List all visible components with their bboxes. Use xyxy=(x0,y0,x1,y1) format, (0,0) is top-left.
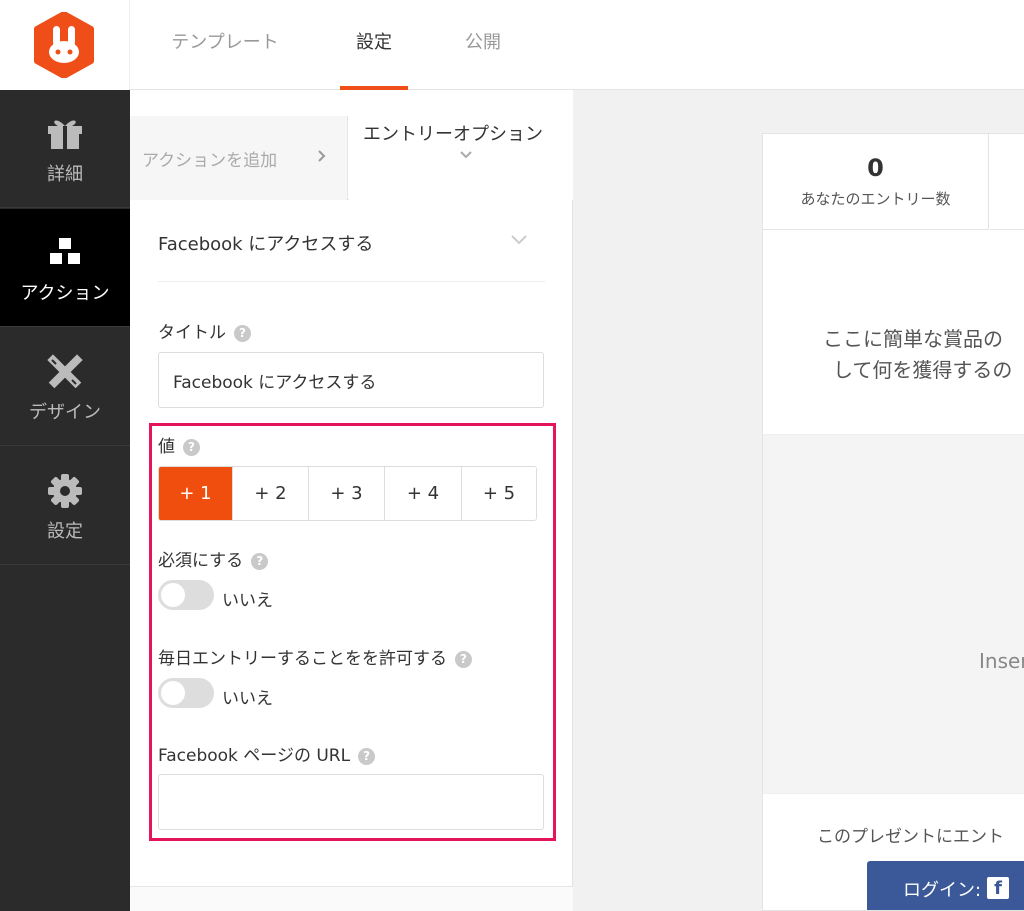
help-icon[interactable]: ? xyxy=(183,438,200,456)
help-icon[interactable]: ? xyxy=(234,324,251,342)
chevron-down-icon xyxy=(460,151,472,159)
tab-settings[interactable]: 設定 xyxy=(340,0,408,90)
title-input[interactable] xyxy=(158,352,544,408)
panel-footer xyxy=(130,886,573,911)
entry-options-tab[interactable]: エントリーオプション xyxy=(349,90,573,200)
login-label: ログイン: xyxy=(903,880,982,901)
top-bar: テンプレート 設定 公開 xyxy=(0,0,1024,90)
value-label: 値? xyxy=(158,432,200,457)
sidebar-item-settings[interactable]: 設定 xyxy=(0,447,130,565)
entry-options-label: エントリーオプション xyxy=(363,124,543,145)
value-option-5[interactable]: + 5 xyxy=(462,467,536,520)
sidebar-item-actions[interactable]: アクション xyxy=(0,209,130,327)
gear-icon xyxy=(48,474,82,508)
sidebar-item-label: デザイン xyxy=(29,402,101,423)
required-toggle[interactable] xyxy=(158,580,214,610)
entries-label: あなたのエントリー数 xyxy=(800,190,951,208)
rabbit-logo-icon xyxy=(34,12,94,78)
daily-entry-label: 毎日エントリーすることをを許可する? xyxy=(158,644,472,669)
tab-template[interactable]: テンプレート xyxy=(160,0,290,90)
tab-publish[interactable]: 公開 xyxy=(454,0,512,90)
chevron-right-icon xyxy=(318,150,326,162)
facebook-login-button[interactable]: ログイン: f xyxy=(867,861,1024,910)
daily-entry-toggle[interactable] xyxy=(158,678,214,708)
toggle-knob xyxy=(161,583,185,607)
facebook-action-header[interactable]: Facebook にアクセスする xyxy=(158,212,545,282)
sidebar-item-label: アクション xyxy=(20,283,110,304)
section-title: Facebook にアクセスする xyxy=(158,234,374,255)
help-icon[interactable]: ? xyxy=(358,747,376,765)
stats-cell xyxy=(990,134,1024,230)
sidebar-item-label: 詳細 xyxy=(47,164,83,185)
action-panel: アクションを追加 エントリーオプション Facebook にアクセスする タイト… xyxy=(130,90,573,911)
add-action-label: アクションを追加 xyxy=(142,151,278,171)
prize-image-placeholder: Inser xyxy=(763,434,1024,794)
value-option-1[interactable]: + 1 xyxy=(159,467,233,520)
value-option-4[interactable]: + 4 xyxy=(385,467,462,520)
sidebar: 詳細 アクション デザイン 設定 xyxy=(0,90,130,911)
facebook-url-label: Facebook ページの URL? xyxy=(158,741,376,766)
panel-tabs: アクションを追加 エントリーオプション xyxy=(130,90,573,200)
sidebar-item-details[interactable]: 詳細 xyxy=(0,90,130,208)
giveaway-preview: 0 あなたのエントリー数 ここに簡単な賞品の して何を獲得するの Inser こ… xyxy=(762,133,1024,911)
value-option-3[interactable]: + 3 xyxy=(309,467,385,520)
entry-prompt: このプレゼントにエント xyxy=(817,827,1004,847)
required-label: 必須にする? xyxy=(158,546,269,571)
logo[interactable] xyxy=(0,0,130,90)
insert-image-text: Inser xyxy=(979,649,1024,673)
help-icon[interactable]: ? xyxy=(455,650,472,668)
sidebar-item-design[interactable]: デザイン xyxy=(0,328,130,446)
facebook-icon: f xyxy=(987,877,1009,899)
help-icon[interactable]: ? xyxy=(251,552,269,570)
sidebar-item-label: 設定 xyxy=(47,521,83,542)
toggle-knob xyxy=(161,681,185,705)
gift-icon xyxy=(48,120,82,149)
daily-entry-state: いいえ xyxy=(222,689,273,709)
add-action-tab[interactable]: アクションを追加 xyxy=(130,116,348,200)
prize-description: ここに簡単な賞品の して何を獲得するの xyxy=(823,327,1013,382)
required-state: いいえ xyxy=(222,591,273,611)
value-option-2[interactable]: + 2 xyxy=(233,467,309,520)
cubes-icon xyxy=(48,236,82,266)
chevron-down-icon xyxy=(511,235,527,245)
title-label: タイトル? xyxy=(158,318,251,343)
entries-count: 0 xyxy=(867,154,884,182)
entries-counter: 0 あなたのエントリー数 xyxy=(763,134,989,230)
value-selector: + 1 + 2 + 3 + 4 + 5 xyxy=(158,466,537,521)
facebook-url-input[interactable] xyxy=(158,774,544,830)
pencil-ruler-icon xyxy=(47,354,83,389)
